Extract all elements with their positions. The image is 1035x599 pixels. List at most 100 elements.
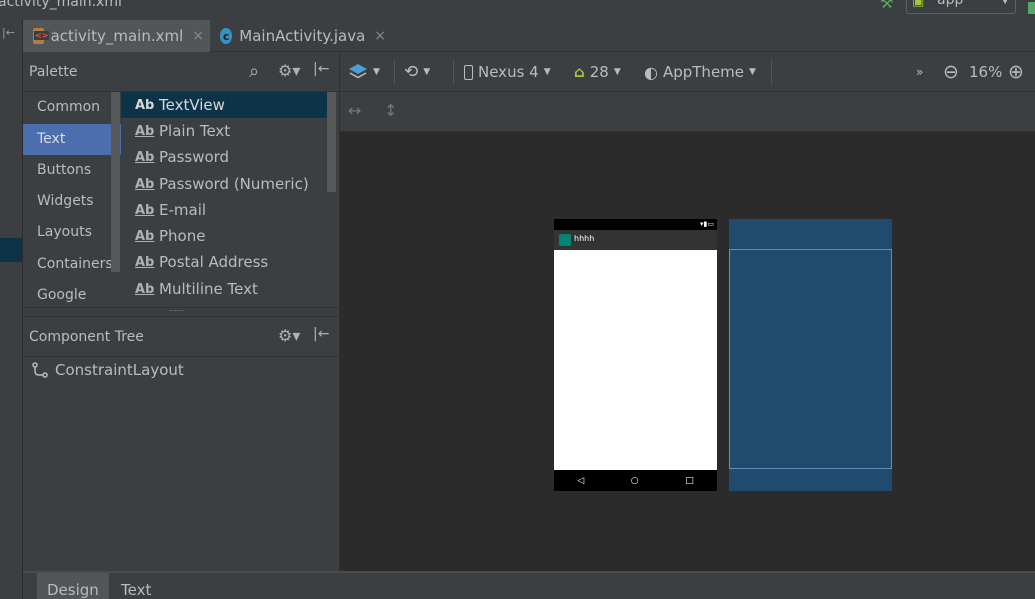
resize-horizontal-icon[interactable]: ↔: [348, 101, 361, 120]
palette-item-label: Postal Address: [159, 253, 269, 271]
design-surface-select[interactable]: ▼: [348, 52, 380, 92]
run-config-select[interactable]: ▣ app ▼: [906, 0, 1016, 14]
file-breadcrumb[interactable]: activity_main.xml: [0, 0, 122, 10]
component-tree-title: Component Tree: [29, 329, 144, 345]
tab-label: MainActivity.java: [239, 27, 366, 45]
text-widget-icon: Ab: [135, 254, 155, 270]
tab-design[interactable]: Design: [37, 573, 109, 599]
design-preview[interactable]: ▾▮▭ hhhh ◁ ○ □: [554, 219, 717, 491]
constraint-layout-icon: [32, 362, 48, 378]
text-widget-icon: Ab: [135, 149, 155, 165]
palette-item-label: Password (Numeric): [159, 175, 309, 193]
api-level-select[interactable]: ⌂ 28 ▼: [574, 52, 621, 92]
palette-item[interactable]: Ab E-mail: [121, 197, 327, 223]
palette-header: Palette ⌕ ⚙▾ |←: [23, 52, 339, 92]
recents-icon: □: [685, 475, 694, 486]
run-icon[interactable]: [1028, 2, 1035, 14]
editor-tab-bar: activity_main.xml × c MainActivity.java …: [23, 20, 1035, 52]
device-select[interactable]: Nexus 4 ▼: [464, 52, 551, 92]
back-icon: ◁: [577, 475, 585, 486]
blueprint-preview[interactable]: [729, 219, 892, 491]
orientation-select[interactable]: ⟲ ▼: [404, 52, 430, 92]
hide-panel-icon[interactable]: |←: [313, 61, 329, 77]
palette-item-label: TextView: [159, 96, 225, 114]
palette-item[interactable]: Ab Phone: [121, 223, 327, 249]
app-bar: hhhh: [554, 230, 717, 250]
text-widget-icon: Ab: [135, 97, 155, 113]
palette-item[interactable]: Ab Postal Address: [121, 249, 327, 275]
collapse-panel-icon[interactable]: |←: [2, 26, 15, 39]
drag-handle-icon[interactable]: ⋯⋯: [169, 306, 184, 315]
api-level-label: 28: [589, 63, 609, 81]
resize-vertical-icon[interactable]: ↕: [384, 101, 397, 120]
palette-item-selected[interactable]: Ab TextView: [121, 92, 327, 118]
left-tool-gutter: |←: [0, 20, 23, 599]
palette-category[interactable]: Layouts: [23, 217, 121, 248]
zoom-level: 16%: [969, 63, 1003, 81]
tab-activity-main-xml[interactable]: activity_main.xml ×: [23, 20, 210, 52]
theme-label: AppTheme: [662, 63, 745, 81]
palette-item[interactable]: Ab Password (Numeric): [121, 171, 327, 197]
gear-icon[interactable]: ⚙▾: [278, 61, 300, 80]
layers-icon: [349, 64, 367, 79]
status-icons: ▾▮▭: [700, 220, 714, 228]
zoom-in-icon[interactable]: ⊕: [1008, 52, 1024, 92]
tab-label: activity_main.xml: [50, 27, 184, 45]
build-hammer-icon[interactable]: ⚒: [880, 0, 893, 12]
editor-mode-tabs: Design Text: [23, 571, 1035, 599]
device-label: Nexus 4: [478, 63, 539, 81]
tab-main-activity-java[interactable]: c MainActivity.java ×: [210, 20, 392, 52]
palette-item[interactable]: Ab Password: [121, 144, 327, 170]
palette-category[interactable]: Buttons: [23, 155, 121, 186]
gutter-selected-marker: [0, 238, 22, 262]
text-widget-icon: Ab: [135, 281, 155, 297]
gear-icon[interactable]: ⚙▾: [278, 326, 300, 345]
toolbar-divider: [453, 60, 454, 84]
palette-item-label: E-mail: [159, 201, 207, 219]
home-icon: ○: [630, 475, 639, 486]
component-tree-header: Component Tree ⚙▾ |←: [23, 317, 339, 357]
run-config-label: app: [937, 0, 964, 8]
palette-item[interactable]: Ab Multiline Text: [121, 276, 327, 302]
close-icon[interactable]: ×: [374, 28, 386, 44]
close-icon[interactable]: ×: [192, 28, 204, 44]
palette-title: Palette: [29, 64, 78, 80]
palette-item-label: Password: [159, 148, 230, 166]
panel-splitter[interactable]: ⋯⋯: [23, 306, 339, 317]
chevron-down-icon: ▼: [423, 67, 431, 77]
theme-icon: ◐: [644, 62, 658, 82]
palette-category-list: Common Text Buttons Widgets Layouts Cont…: [23, 92, 121, 307]
java-class-icon: c: [220, 28, 233, 44]
chevron-down-icon: ▼: [1001, 0, 1009, 6]
palette-item[interactable]: Ab Plain Text: [121, 118, 327, 144]
palette-category[interactable]: Containers: [23, 249, 121, 280]
xml-file-icon: [33, 28, 49, 44]
palette-item-list: Ab TextView Ab Plain Text Ab Password Ab Pas…: [121, 92, 339, 307]
item-scrollbar[interactable]: [327, 92, 336, 192]
more-actions-button[interactable]: »: [916, 52, 923, 92]
text-widget-icon: Ab: [135, 176, 155, 192]
rotate-icon: ⟲: [404, 62, 419, 82]
android-module-icon: ▣: [912, 0, 925, 9]
theme-select[interactable]: ◐ AppTheme ▼: [644, 52, 756, 92]
zoom-out-icon[interactable]: ⊖: [943, 52, 959, 92]
text-widget-icon: Ab: [135, 202, 155, 218]
palette-item-label: Plain Text: [159, 122, 231, 140]
tree-node-constraintlayout[interactable]: ConstraintLayout: [31, 361, 184, 379]
hide-panel-icon[interactable]: |←: [313, 326, 329, 342]
palette-category[interactable]: Common: [23, 92, 121, 123]
app-title: hhhh: [574, 234, 595, 243]
chevron-down-icon: ▼: [543, 67, 551, 77]
layout-toolbar: ↔ ↕: [339, 92, 1035, 132]
palette-category[interactable]: Widgets: [23, 186, 121, 217]
top-toolbar: activity_main.xml ⚒ ▣ app ▼: [0, 0, 1035, 20]
text-widget-icon: Ab: [135, 228, 155, 244]
tab-text[interactable]: Text: [111, 573, 161, 599]
chevron-down-icon: ▼: [749, 67, 756, 77]
palette-item-label: Multiline Text: [159, 280, 258, 298]
search-icon[interactable]: ⌕: [249, 61, 259, 82]
category-scrollbar[interactable]: [111, 92, 120, 272]
component-tree: ConstraintLayout: [23, 357, 339, 571]
palette-category-selected[interactable]: Text: [23, 124, 121, 155]
app-icon: [559, 234, 571, 246]
